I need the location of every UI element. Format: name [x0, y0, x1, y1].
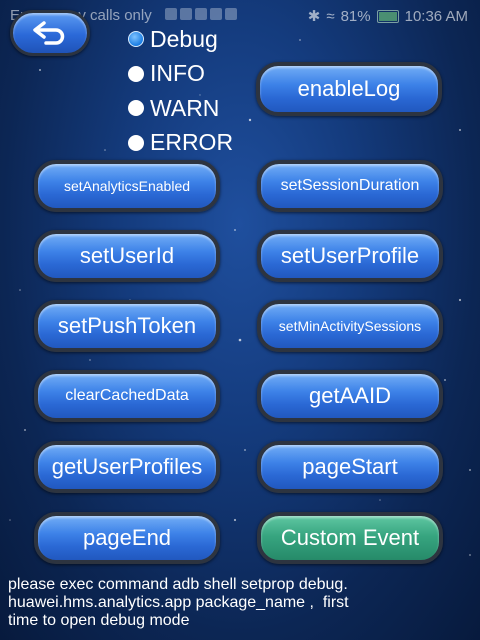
battery-percent: 81% [340, 7, 371, 25]
bluetooth-icon: ✱ [307, 8, 321, 25]
set-analytics-enabled-button[interactable]: setAnalyticsEnabled [34, 160, 220, 212]
instruction-line: time to open debug mode [8, 612, 190, 629]
radio-warn[interactable]: WARN [128, 91, 233, 126]
radio-checked-icon [128, 31, 144, 48]
log-level-radio-group: Debug INFO WARN ERROR [128, 22, 233, 160]
debug-instructions: please exec command adb shell setprop de… [8, 576, 478, 630]
set-user-profile-button[interactable]: setUserProfile [257, 230, 443, 282]
get-user-profiles-button[interactable]: getUserProfiles [34, 441, 220, 493]
wifi-icon: ≈ [326, 7, 335, 25]
usb-icon [180, 8, 192, 20]
page-end-button[interactable]: pageEnd [34, 512, 220, 564]
instruction-line: huawei.hms.analytics.app package_name , … [8, 594, 349, 611]
back-button[interactable] [10, 10, 90, 56]
page-start-button[interactable]: pageStart [257, 441, 443, 493]
set-session-duration-button[interactable]: setSessionDuration [257, 160, 443, 212]
set-push-token-button[interactable]: setPushToken [34, 300, 220, 352]
radio-unchecked-icon [128, 65, 144, 82]
status-right-group: ✱ ≈ 81% 10:36 AM [307, 7, 468, 26]
clear-cached-data-button[interactable]: clearCachedData [34, 370, 220, 422]
wechat-icon [225, 8, 237, 20]
radio-label: Debug [150, 25, 218, 52]
radio-label: INFO [150, 60, 205, 87]
enable-log-button[interactable]: enableLog [256, 62, 442, 116]
radio-label: WARN [150, 94, 220, 121]
back-arrow-icon [33, 21, 65, 45]
image-icon [195, 8, 207, 20]
usb-icon [165, 8, 177, 20]
radio-label: ERROR [150, 129, 234, 156]
set-user-id-button[interactable]: setUserId [34, 230, 220, 282]
custom-event-button[interactable]: Custom Event [257, 512, 443, 564]
set-min-activity-sessions-button[interactable]: setMinActivitySessions [257, 300, 443, 352]
clock: 10:36 AM [404, 7, 468, 25]
instruction-line: please exec command adb shell setprop de… [8, 576, 348, 593]
battery-icon [376, 9, 399, 23]
radio-error[interactable]: ERROR [128, 126, 233, 161]
radio-debug[interactable]: Debug [128, 22, 233, 57]
get-aaid-button[interactable]: getAAID [257, 370, 443, 422]
radio-info[interactable]: INFO [128, 57, 233, 92]
radio-unchecked-icon [128, 134, 144, 151]
radio-unchecked-icon [128, 100, 144, 117]
app-icon [210, 8, 222, 20]
